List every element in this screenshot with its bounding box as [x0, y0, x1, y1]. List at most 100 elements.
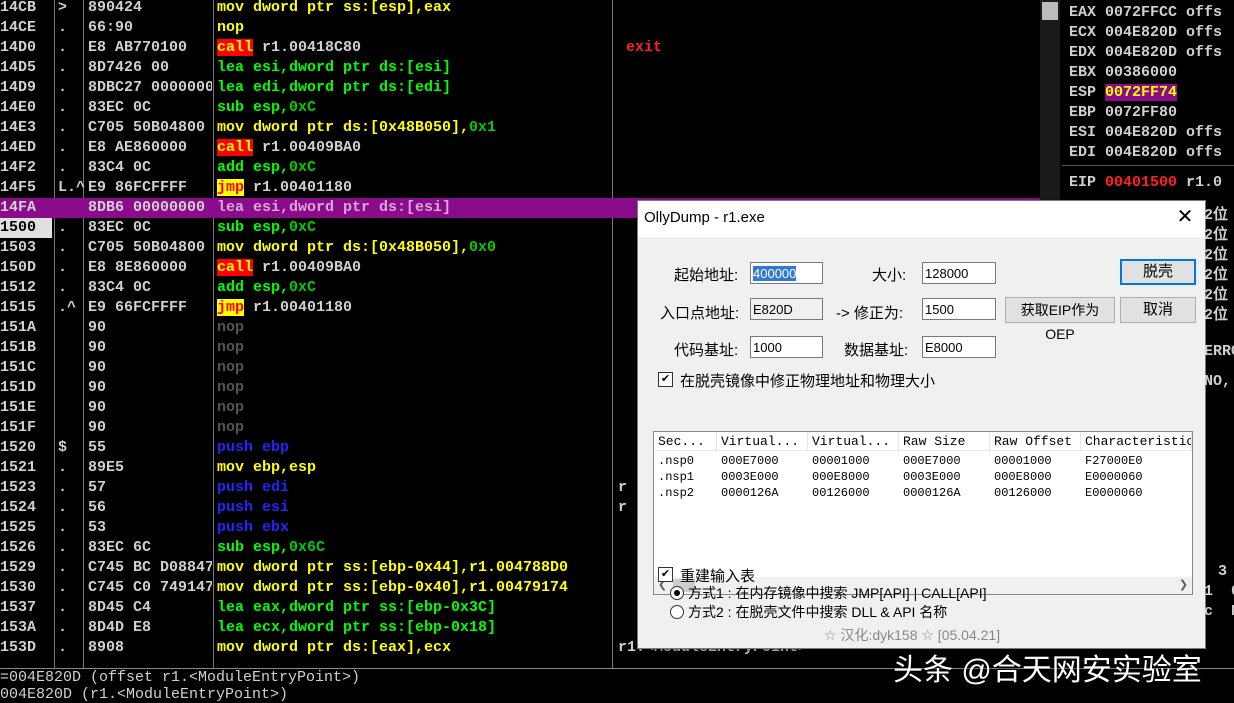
disasm-instruction: push ebx	[217, 518, 289, 538]
fix-raw-checkbox[interactable]: ✔	[658, 372, 673, 387]
disasm-address: 1512	[0, 279, 37, 296]
instruction-part: sub esp,	[217, 539, 290, 556]
instruction-part: call	[217, 139, 254, 156]
start-address-field[interactable]: 400000	[750, 262, 823, 284]
instruction-part: nop	[217, 399, 245, 416]
fix-raw-label: 在脱壳镜像中修正物理地址和物理大小	[680, 373, 936, 390]
disasm-instruction: lea esi,dword ptr ds:[esi]	[217, 198, 451, 218]
disasm-instruction: mov dword ptr ds:[0x48B050],0x1	[217, 118, 496, 138]
section-cell: .nsp2	[658, 486, 695, 500]
instruction-part: nop	[217, 359, 245, 376]
register-name: EDI	[1069, 144, 1106, 161]
register-fragment: c NE	[1204, 603, 1234, 620]
column-header[interactable]: Raw Size	[899, 432, 990, 451]
disasm-marker: .	[58, 579, 68, 596]
instruction-part: nop	[217, 19, 245, 36]
disasm-row[interactable]: 14F2. 83C4 0C add esp,0xC	[0, 158, 1040, 178]
disasm-instruction: push esi	[217, 498, 289, 518]
register-ebp[interactable]: EBP 0072FF80	[1069, 103, 1177, 123]
data-base-field[interactable]: E8000	[922, 336, 996, 358]
register-fragment: 2位	[1204, 207, 1229, 224]
disasm-address: 14CB	[0, 0, 37, 16]
disasm-hex: E8 AB770100	[88, 39, 188, 56]
disasm-comment: r	[618, 499, 628, 516]
close-icon[interactable]: ✕	[1169, 204, 1201, 230]
disasm-row[interactable]: 14F5 L.^ E9 86FCFFFF jmp r1.00401180	[0, 178, 1040, 198]
register-comment: offs	[1177, 4, 1223, 21]
disasm-hex: 90	[88, 399, 107, 416]
instruction-part: nop	[217, 339, 245, 356]
size-field[interactable]: 128000	[922, 262, 996, 284]
scrollbar-thumb[interactable]	[1042, 2, 1058, 20]
disasm-address: 151B	[0, 339, 37, 356]
register-name: ECX	[1069, 24, 1106, 41]
register-ecx[interactable]: ECX 004E820D offs	[1069, 23, 1222, 43]
section-cell: F27000E0	[1085, 454, 1143, 468]
disasm-instruction: sub esp,0xC	[217, 98, 316, 118]
section-cell: 0000126A	[903, 486, 961, 500]
disasm-row[interactable]: 14ED. E8 AE860000 call r1.00409BA0	[0, 138, 1040, 158]
rebuild-import-checkbox[interactable]: ✔	[658, 567, 673, 582]
disasm-hex: 8DB6 00000000	[88, 199, 206, 216]
disasm-address: 1521	[0, 459, 37, 476]
register-edx[interactable]: EDX 004E820D offs	[1069, 43, 1222, 63]
disasm-hex: 66:90	[88, 19, 134, 36]
register-name: EDX	[1069, 44, 1106, 61]
disasm-instruction: mov dword ptr ss:[ebp-0x44],r1.004788D0	[217, 558, 568, 578]
register-pane-scrollbar[interactable]	[1040, 0, 1060, 200]
instruction-part: r1.00401180	[244, 179, 353, 196]
oep-field[interactable]: 1500	[922, 298, 996, 320]
instruction-part: push ebp	[217, 439, 290, 456]
register-value: 00401500	[1105, 174, 1178, 191]
disasm-row[interactable]: 14D5. 8D7426 00 lea esi,dword ptr ds:[esi]	[0, 58, 1040, 78]
section-cell: 000E7000	[903, 454, 961, 468]
register-eip[interactable]: EIP 00401500 r1.0	[1069, 173, 1222, 193]
disasm-marker: .	[58, 79, 68, 96]
disasm-address: 1520	[0, 439, 37, 456]
get-eip-button[interactable]: 获取EIP作为OEP	[1005, 297, 1115, 342]
register-eax[interactable]: EAX 0072FFCC offs	[1069, 3, 1222, 23]
disasm-instruction: add esp,0xC	[217, 278, 316, 298]
disasm-marker: $	[58, 439, 68, 456]
disasm-instruction: lea eax,dword ptr ss:[ebp-0x3C]	[217, 598, 496, 618]
dump-button[interactable]: 脱壳	[1120, 259, 1196, 285]
disasm-marker: .	[58, 279, 68, 296]
column-header[interactable]: Raw Offset	[990, 432, 1081, 451]
section-cell: 000E8000	[812, 470, 870, 484]
instruction-part: lea edi,dword ptr ds:[edi]	[217, 79, 452, 96]
disasm-row[interactable]: 14E3. C705 50B04800 mov dword ptr ds:[0x48…	[0, 118, 1040, 138]
register-edi[interactable]: EDI 004E820D offs	[1069, 143, 1222, 163]
instruction-part: 0xC	[289, 159, 317, 176]
disasm-row[interactable]: 14E0. 83EC 0C sub esp,0xC	[0, 98, 1040, 118]
column-header[interactable]: Characteristic	[1081, 432, 1192, 451]
section-cell: 0003E000	[903, 470, 961, 484]
disasm-row[interactable]: 14D9. 8DBC27 00000000 lea edi,dword ptr ds…	[0, 78, 1040, 98]
disasm-row[interactable]: 14D0. E8 AB770100 call r1.00418C80 exit	[0, 38, 1040, 58]
register-esp[interactable]: ESP 0072FF74	[1069, 83, 1178, 103]
method2-radio[interactable]	[670, 605, 684, 619]
cancel-button[interactable]: 取消	[1120, 297, 1196, 323]
disasm-hex: 8908	[88, 639, 125, 656]
register-ebx[interactable]: EBX 00386000	[1069, 63, 1177, 83]
register-name: ESI	[1069, 124, 1106, 141]
disasm-instruction: nop	[217, 318, 244, 338]
scroll-right-icon[interactable]: ❯	[1175, 577, 1192, 594]
instruction-part: jmp	[217, 299, 245, 316]
disasm-row[interactable]: 14CB >890424 mov dword ptr ss:[esp],eax	[0, 0, 1040, 18]
register-esi[interactable]: ESI 004E820D offs	[1069, 123, 1222, 143]
column-header[interactable]: Virtual...	[808, 432, 899, 451]
info-line-1: =004E820D (offset r1.<ModuleEntryPoint>)	[0, 669, 361, 686]
code-base-field[interactable]: 1000	[750, 336, 823, 358]
instruction-part: mov dword ptr ss:[ebp-0x40],r1.00479174	[217, 579, 569, 596]
disasm-address: 1500	[0, 218, 52, 238]
column-header[interactable]: Virtual...	[717, 432, 808, 451]
disasm-row[interactable]: 14CE. 66:90 nop	[0, 18, 1040, 38]
section-cell: 000E7000	[721, 454, 779, 468]
method1-radio[interactable]	[670, 586, 684, 600]
disasm-instruction: mov ebp,esp	[217, 458, 316, 478]
instruction-part: add esp,	[217, 279, 290, 296]
instruction-part: r1.00418C80	[253, 39, 362, 56]
column-header[interactable]: Sec...	[654, 432, 717, 451]
register-name: EBP	[1069, 104, 1106, 121]
instruction-part: nop	[217, 379, 245, 396]
